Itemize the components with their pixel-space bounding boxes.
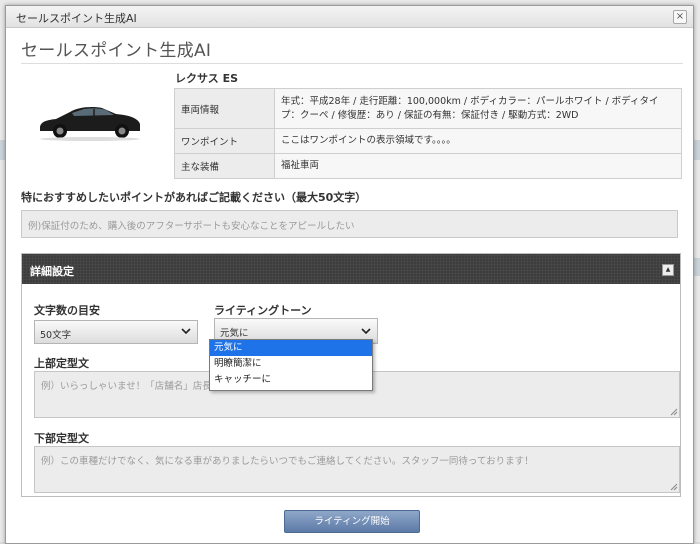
bottom-text-label: 下部定型文 [34,432,89,445]
start-writing-button[interactable]: ライティング開始 [284,510,420,533]
row-key: 主な装備 [174,153,275,179]
chevron-down-icon [361,328,371,335]
tone-label: ライティングトーン [214,304,312,317]
top-text-placeholder: 例）いらっしゃいませ！「店舗名」店長の [41,381,222,392]
char-count-label: 文字数の目安 [34,304,100,317]
detail-settings-header[interactable]: 詳細設定 ▲ [22,254,680,284]
table-row: 車両情報 年式：平成28年 / 走行距離：100,000km / ボディカラー：… [174,88,682,129]
tone-dropdown-list: 元気に 明瞭簡潔に キャッチーに [209,339,373,391]
row-value: ここはワンポイントの表示領域です。。。。 [274,128,682,154]
detail-settings-title: 詳細設定 [30,265,74,278]
bottom-text-textarea[interactable]: 例）この車種だけでなく、気になる車がありましたらいつでもご連絡してください。スタ… [34,446,680,493]
recommend-point-input[interactable]: 例)保証付のため、購入後のアフターサポートも安心なことをアピールしたい [21,210,678,238]
row-key: 車両情報 [174,88,275,129]
table-row: ワンポイント ここはワンポイントの表示領域です。。。。 [174,128,682,154]
char-count-value: 50文字 [40,330,72,341]
sales-point-dialog: セールスポイント生成AI × セールスポイント生成AI レクサス ES 車両情報… [5,5,694,544]
car-image [40,107,140,141]
dialog-title: セールスポイント生成AI [16,12,137,25]
tone-value: 元気に [220,328,249,339]
dialog-titlebar: セールスポイント生成AI × [6,6,693,28]
tone-option[interactable]: キャッチーに [210,372,372,388]
resize-handle-icon[interactable] [670,483,678,491]
car-name: レクサス ES [175,72,239,85]
row-value: 福祉車両 [274,153,682,179]
resize-handle-icon[interactable] [670,408,678,416]
bottom-text-placeholder: 例）この車種だけでなく、気になる車がありましたらいつでもご連絡してください。スタ… [41,456,534,467]
top-text-label: 上部定型文 [34,357,89,370]
table-row: 主な装備 福祉車両 [174,153,682,179]
tone-option[interactable]: 明瞭簡潔に [210,356,372,372]
close-button[interactable]: × [673,10,687,24]
row-key: ワンポイント [174,128,275,154]
row-value: 年式：平成28年 / 走行距離：100,000km / ボディカラー：パールホワ… [274,88,682,129]
tone-option[interactable]: 元気に [210,340,372,356]
heading-divider [21,63,683,64]
chevron-down-icon [181,328,191,335]
collapse-icon[interactable]: ▲ [662,264,674,276]
page-title: セールスポイント生成AI [21,41,212,61]
vehicle-info-table: 車両情報 年式：平成28年 / 走行距離：100,000km / ボディカラー：… [174,88,682,179]
recommend-label: 特におすすめしたいポイントがあればご記載ください（最大50文字） [21,191,367,204]
char-count-select[interactable]: 50文字 [34,320,198,344]
